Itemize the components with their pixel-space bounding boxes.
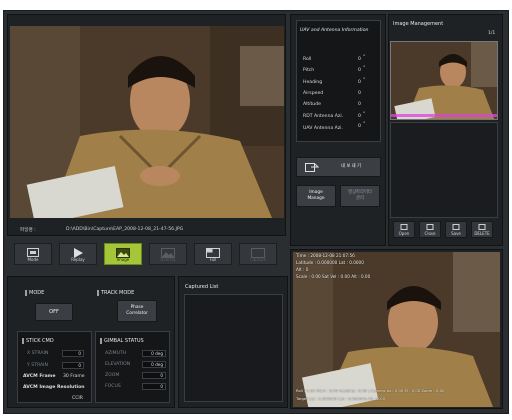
image-list-area <box>390 122 498 218</box>
overlay-button[interactable]: Overlay <box>149 243 187 265</box>
elevation-field[interactable]: 0 deg <box>142 361 166 368</box>
gimbal-row-label: FOCUS <box>105 384 121 389</box>
gimbal-row-label: ELEVATION <box>105 362 131 367</box>
azimuth-field[interactable]: 0 deg <box>142 350 166 357</box>
stick-cmd-title: STICK CMD <box>26 338 54 344</box>
uav-row-label: Roll <box>303 57 312 62</box>
stick-row-label: Y STRAIN <box>27 363 48 368</box>
image-page-indicator: 1/1 <box>488 31 496 36</box>
gimbal-title-marker <box>100 338 102 344</box>
replay-button[interactable]: Replay <box>59 243 97 265</box>
image-manage-label: Image Manage <box>307 190 325 201</box>
filename-label: 파일명 : <box>20 228 36 233</box>
full-button[interactable]: Full <box>194 243 232 265</box>
image-thumbnail[interactable] <box>390 41 498 120</box>
uav-row-label: Pitch <box>303 68 315 73</box>
uav-row-unit: ° <box>363 55 366 60</box>
uav-info-title: UAV and Antenna Information <box>300 28 369 33</box>
open-button[interactable]: Open <box>393 221 415 238</box>
delete-button[interactable]: DELETE <box>471 221 493 238</box>
uav-row-label: Altitude <box>303 102 321 107</box>
uav-row-unit: ° <box>363 66 366 71</box>
live-overlay-line3: Alt : 0 <box>296 267 309 272</box>
uav-row-value: 0 <box>358 80 361 85</box>
export-icon <box>305 163 319 172</box>
thumbnail-image <box>391 42 497 119</box>
uav-row-value: 0 <box>358 68 361 73</box>
avcm-frame-label: AVCM Frame <box>23 374 56 379</box>
phase-correlator-label: Phase Correlator <box>126 305 148 316</box>
uav-row-unit: ° <box>363 78 366 83</box>
uav-row-label: Heading <box>303 80 323 85</box>
captured-list-title: Captured List <box>185 284 219 290</box>
mode-icon <box>27 248 39 257</box>
open-label: Open <box>398 231 410 236</box>
gimbal-row-label: ZOOM <box>105 373 120 378</box>
uav-row-value: 0 <box>358 124 361 129</box>
save-icon <box>452 224 460 230</box>
overlay-icon <box>161 248 175 258</box>
filepath-text: D:\ADD\Bin\Capture\EAP_2008-12-08_21-47-… <box>66 227 184 232</box>
mode-button[interactable]: Mode <box>14 243 52 265</box>
image-management-title: Image Management <box>393 21 444 27</box>
track-mode-title: TRACK MODE <box>101 290 135 296</box>
live-overlay-line2: Latitude : 0.000000 Lat : 0.0000 <box>296 260 364 265</box>
zoom-field[interactable]: 0 <box>142 372 166 379</box>
uav-row-unit: ° <box>363 112 366 117</box>
avcm-res-value: CCIR <box>72 396 83 401</box>
imaging-params-button[interactable]: 영상파라미터 관리 <box>340 185 380 207</box>
uav-row-value: 0 <box>358 102 361 107</box>
fullscreen-icon <box>206 248 220 258</box>
live-overlay-bottom1: Roll : 0.00 Pitch : 0.00 Heading : 0.00 … <box>296 388 445 393</box>
imaging-params-label: 영상파라미터 관리 <box>348 190 372 201</box>
captured-list-box[interactable] <box>184 294 283 402</box>
stick-title-marker <box>22 338 24 344</box>
image-icon <box>116 248 130 258</box>
close-button[interactable]: Close <box>419 221 441 238</box>
gimbal-row-label: AZIMUTH <box>105 351 127 356</box>
mode-off-button[interactable]: OFF <box>35 303 73 321</box>
export-button[interactable]: 내 보 내 기 <box>296 157 381 177</box>
image-button[interactable]: Image <box>104 243 142 265</box>
mode-title: MODE <box>29 290 45 296</box>
x-strain-field[interactable]: 0 <box>62 350 84 357</box>
track-title-marker <box>97 290 99 296</box>
avcm-frame-value: 30 Frame <box>63 374 85 379</box>
uav-row-label: Airspeed <box>303 91 324 96</box>
capture-icon <box>251 248 265 258</box>
video-frame-image <box>10 26 284 218</box>
gimbal-title: GIMBAL STATUS <box>104 338 144 344</box>
delete-label: DELETE <box>474 231 490 236</box>
y-strain-field[interactable]: 0 <box>62 362 84 369</box>
mode-button-label: Mode <box>27 257 39 262</box>
mode-title-marker <box>25 290 27 296</box>
capture-button[interactable]: Capture <box>239 243 277 265</box>
avcm-res-label: AVCM Image Resolution <box>23 385 85 390</box>
live-video: Time : 2008-12-08 21:07:56 Latitude : 0.… <box>293 252 500 407</box>
close-icon <box>426 224 434 230</box>
live-overlay-bottom2: Target Lat : 0.000000 Lon : 0.000000 Alt… <box>296 396 385 401</box>
uav-row-unit: ° <box>363 122 366 127</box>
play-icon <box>74 248 83 258</box>
stick-row-label: X STRAIN <box>27 351 49 356</box>
image-manage-button[interactable]: Image Manage <box>296 185 336 207</box>
open-icon <box>400 224 408 230</box>
uav-row-value: 0 <box>358 57 361 62</box>
uav-row-value: 0 <box>358 91 361 96</box>
save-button[interactable]: Save <box>445 221 467 238</box>
export-label: 내 보 내 기 <box>341 164 361 170</box>
close-label: Close <box>424 231 436 236</box>
live-overlay-line4: Scale : 0.00 Sat Vel : 0.00 Alt : 0.00 <box>296 274 371 279</box>
main-video <box>10 26 284 218</box>
save-label: Save <box>451 231 461 236</box>
mode-off-label: OFF <box>49 308 59 315</box>
uav-row-label: UAV Antenna Azi. <box>303 126 343 131</box>
phase-correlator-button[interactable]: Phase Correlator <box>117 300 157 322</box>
uav-row-value: 0 <box>358 114 361 119</box>
live-time-text: Time : 2008-12-08 21:07:56 <box>296 253 355 258</box>
focus-field[interactable]: 0 <box>142 383 166 390</box>
delete-icon <box>478 224 486 230</box>
uav-row-label: RDT Antenna Azi. <box>303 114 344 119</box>
